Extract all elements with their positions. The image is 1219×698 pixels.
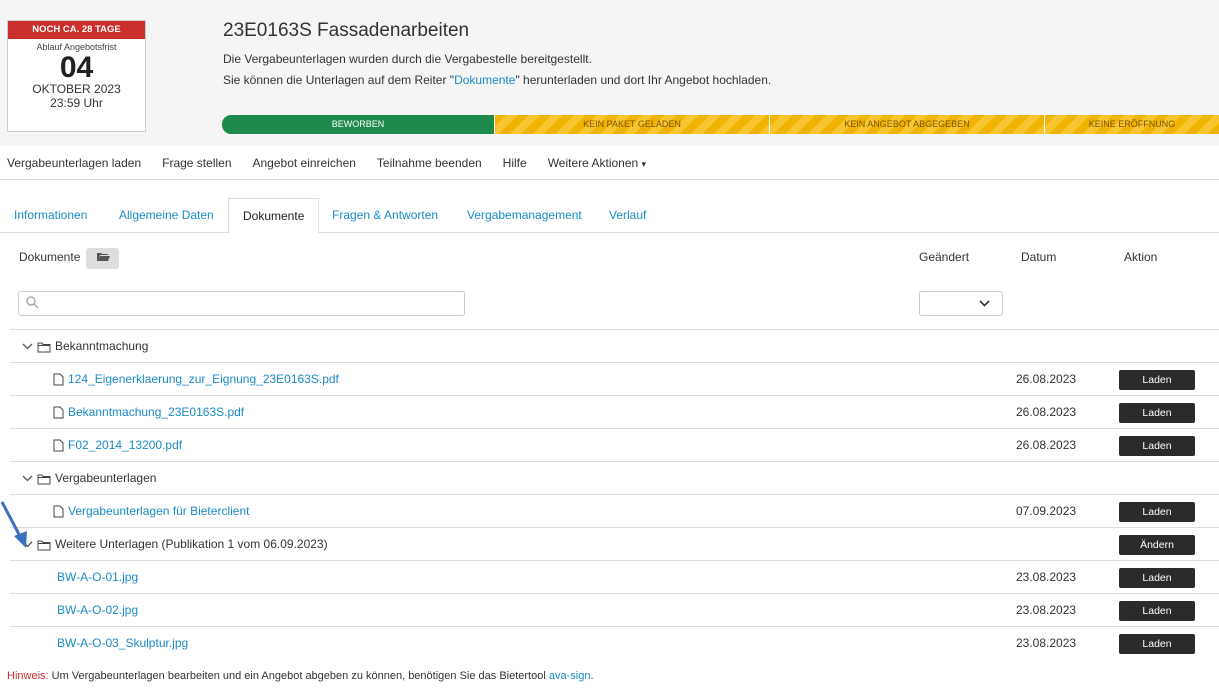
- tender-header: NOCH CA. 28 TAGE Ablauf Angebotsfrist 04…: [0, 0, 1219, 146]
- status-step-beworben: BEWORBEN: [222, 115, 494, 134]
- status-step-angebot: KEIN ANGEBOT ABGEGEBEN: [769, 115, 1044, 134]
- document-link[interactable]: BW-A-O-01.jpg: [57, 570, 138, 584]
- folder-name: Weitere Unterlagen (Publikation 1 vom 06…: [55, 537, 328, 551]
- document-row: BW-A-O-02.jpg 23.08.2023 Laden: [10, 593, 1219, 626]
- load-button[interactable]: Laden: [1119, 568, 1195, 588]
- tab-verlauf[interactable]: Verlauf: [595, 198, 660, 233]
- caret-down-icon: ▾: [641, 158, 647, 169]
- folder-row[interactable]: Weitere Unterlagen (Publikation 1 vom 06…: [10, 527, 1219, 560]
- document-link[interactable]: F02_2014_13200.pdf: [68, 438, 182, 452]
- deadline-time: 23:59 Uhr: [50, 96, 103, 110]
- chevron-down-icon[interactable]: [22, 341, 33, 352]
- hint-end: .: [590, 670, 594, 682]
- load-button[interactable]: Laden: [1119, 502, 1195, 522]
- hint-body: Um Vergabeunterlagen bearbeiten und ein …: [48, 670, 549, 682]
- document-date: 23.08.2023: [1016, 603, 1077, 617]
- page-title: 23E0163S Fassadenarbeiten: [223, 20, 470, 41]
- tab-vergabemanagement[interactable]: Vergabemanagement: [453, 198, 596, 233]
- document-tree: Bekanntmachung 124_Eigenerklaerung_zur_E…: [10, 329, 1219, 659]
- file-icon: [53, 439, 64, 452]
- action-help[interactable]: Hilfe: [503, 156, 527, 170]
- deadline-month: OKTOBER 2023: [32, 82, 121, 96]
- document-row: F02_2014_13200.pdf 26.08.2023 Laden: [10, 428, 1219, 461]
- open-folder-button[interactable]: [86, 248, 119, 269]
- file-icon: [53, 406, 64, 419]
- info-line-1: Die Vergabeunterlagen wurden durch die V…: [223, 52, 592, 66]
- document-link[interactable]: BW-A-O-03_Skulptur.jpg: [57, 636, 188, 650]
- tab-bar: Informationen Allgemeine Daten Dokumente…: [0, 198, 1219, 234]
- edit-button[interactable]: Ändern: [1119, 535, 1195, 555]
- load-button[interactable]: Laden: [1119, 370, 1195, 390]
- action-ask-question[interactable]: Frage stellen: [162, 156, 231, 170]
- folder-name: Bekanntmachung: [55, 339, 149, 353]
- dokumente-link[interactable]: Dokumente: [454, 73, 515, 87]
- document-link[interactable]: 124_Eigenerklaerung_zur_Eignung_23E0163S…: [68, 372, 339, 386]
- info-line-2-post: " herunterladen und dort Ihr Angebot hoc…: [515, 73, 772, 87]
- load-button[interactable]: Laden: [1119, 634, 1195, 654]
- document-date: 23.08.2023: [1016, 636, 1077, 650]
- chevron-down-icon[interactable]: [22, 473, 33, 484]
- annotation-arrow-icon: [0, 501, 27, 548]
- tab-informationen[interactable]: Informationen: [0, 198, 101, 233]
- load-button[interactable]: Laden: [1119, 436, 1195, 456]
- hint-text: Hinweis: Um Vergabeunterlagen bearbeiten…: [7, 670, 594, 682]
- tab-dokumente[interactable]: Dokumente: [228, 198, 320, 234]
- status-step-eroeffnung: KEINE ERÖFFNUNG: [1044, 115, 1219, 134]
- changed-filter-select[interactable]: [919, 291, 1003, 316]
- document-date: 26.08.2023: [1016, 372, 1077, 386]
- remaining-days-badge: NOCH CA. 28 TAGE: [8, 21, 145, 39]
- column-header-date: Datum: [1021, 250, 1057, 264]
- hint-label: Hinweis:: [7, 670, 49, 682]
- ava-sign-link[interactable]: ava-sign: [549, 670, 591, 682]
- document-link[interactable]: Bekanntmachung_23E0163S.pdf: [68, 405, 244, 419]
- load-button[interactable]: Laden: [1119, 601, 1195, 621]
- action-end-participation[interactable]: Teilnahme beenden: [377, 156, 482, 170]
- chevron-down-icon: [979, 300, 990, 307]
- tab-fragen-antworten[interactable]: Fragen & Antworten: [318, 198, 452, 233]
- column-header-action: Aktion: [1124, 250, 1158, 264]
- document-row: BW-A-O-03_Skulptur.jpg 23.08.2023 Laden: [10, 626, 1219, 659]
- file-icon: [53, 373, 64, 386]
- info-line-2-pre: Sie können die Unterlagen auf dem Reiter…: [223, 73, 455, 87]
- folder-name: Vergabeunterlagen: [55, 471, 157, 485]
- document-row: Vergabeunterlagen für Bieterclient 07.09…: [10, 494, 1219, 527]
- document-link[interactable]: BW-A-O-02.jpg: [57, 603, 138, 617]
- deadline-box: NOCH CA. 28 TAGE Ablauf Angebotsfrist 04…: [7, 20, 146, 132]
- action-load-documents[interactable]: Vergabeunterlagen laden: [7, 156, 141, 170]
- tab-allgemeine-daten[interactable]: Allgemeine Daten: [105, 198, 228, 233]
- file-icon: [53, 505, 64, 518]
- column-header-changed: Geändert: [919, 250, 970, 264]
- action-menu: Vergabeunterlagen laden Frage stellen An…: [0, 146, 1219, 180]
- document-link[interactable]: Vergabeunterlagen für Bieterclient: [68, 504, 249, 518]
- folder-icon: [37, 474, 51, 485]
- column-header-documents: Dokumente: [19, 250, 81, 264]
- load-button[interactable]: Laden: [1119, 403, 1195, 423]
- deadline-day: 04: [59, 51, 94, 84]
- status-progress-bar: BEWORBEN KEIN PAKET GELADEN KEIN ANGEBOT…: [222, 115, 1219, 134]
- document-date: 07.09.2023: [1016, 504, 1077, 518]
- folder-icon: [37, 342, 51, 353]
- search-icon: [26, 296, 39, 309]
- folder-row[interactable]: Bekanntmachung: [10, 329, 1219, 362]
- document-row: BW-A-O-01.jpg 23.08.2023 Laden: [10, 560, 1219, 593]
- search-input[interactable]: [18, 291, 465, 316]
- document-row: Bekanntmachung_23E0163S.pdf 26.08.2023 L…: [10, 395, 1219, 428]
- document-row: 124_Eigenerklaerung_zur_Eignung_23E0163S…: [10, 362, 1219, 395]
- action-more-label: Weitere Aktionen: [547, 155, 639, 170]
- document-date: 26.08.2023: [1016, 405, 1077, 419]
- action-submit-offer[interactable]: Angebot einreichen: [253, 156, 356, 170]
- folder-icon: [37, 540, 51, 551]
- action-more-dropdown[interactable]: Weitere Aktionen ▾: [548, 156, 646, 170]
- document-date: 26.08.2023: [1016, 438, 1077, 452]
- info-line-2: Sie können die Unterlagen auf dem Reiter…: [223, 73, 771, 87]
- document-date: 23.08.2023: [1016, 570, 1077, 584]
- folder-open-icon: [96, 253, 110, 261]
- folder-row[interactable]: Vergabeunterlagen: [10, 461, 1219, 494]
- status-step-paket: KEIN PAKET GELADEN: [494, 115, 769, 134]
